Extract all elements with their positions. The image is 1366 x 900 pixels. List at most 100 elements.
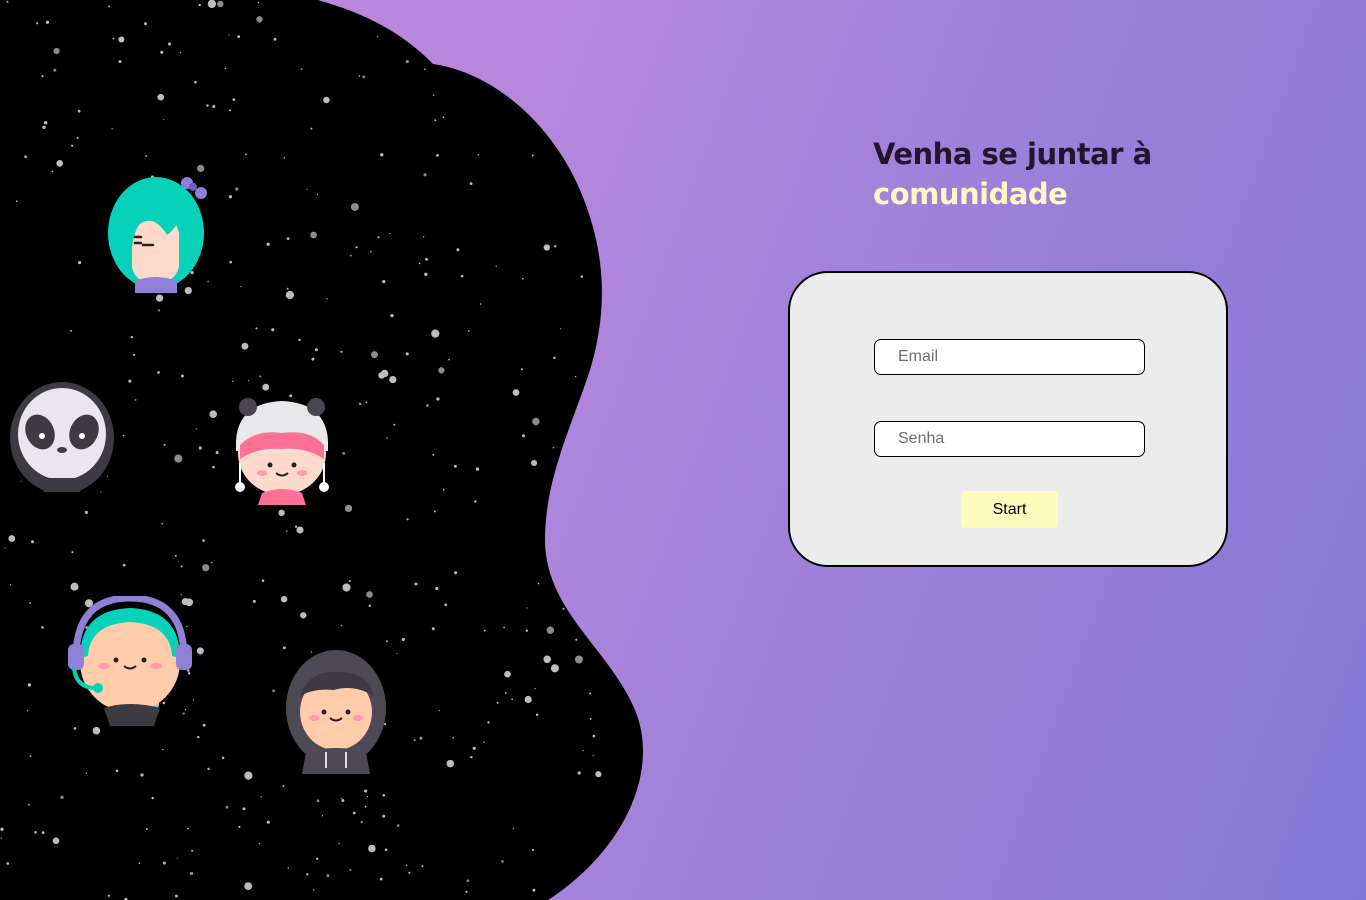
star [525,629,528,632]
password-field[interactable] [874,421,1145,457]
star [349,868,352,871]
star [431,329,440,338]
star [197,164,205,173]
star [29,602,31,604]
star [378,372,385,379]
star [45,20,50,24]
star [474,500,477,503]
star [151,796,154,800]
star [206,104,209,107]
star [413,739,416,742]
star [138,862,141,865]
star [130,335,134,339]
star [520,368,523,371]
star [452,737,455,739]
star [161,522,164,525]
star [524,695,532,704]
star [543,655,551,664]
star [312,889,315,891]
star [456,248,460,252]
star [107,894,111,897]
star [271,328,275,332]
star [163,118,165,121]
star [595,771,602,778]
star [202,564,210,572]
star [376,35,379,38]
star [92,726,101,735]
star [546,626,555,634]
star [155,294,164,302]
star [550,664,559,673]
star [382,279,386,284]
star [580,275,584,278]
star [174,554,177,557]
start-button[interactable]: Start [961,491,1058,528]
star [194,80,197,84]
star [282,785,285,788]
star [316,799,320,803]
star [108,5,111,8]
star [240,285,242,288]
star [512,827,515,830]
star [342,583,351,592]
star [418,262,421,265]
star [422,236,425,238]
star [379,877,383,881]
star [189,871,194,876]
star [286,237,290,240]
star [272,689,275,693]
star [559,328,562,330]
star [6,862,10,865]
star [531,459,538,467]
star [384,848,388,852]
star [207,0,217,9]
star [163,443,166,446]
star [421,865,424,868]
space-background [0,0,700,900]
star [396,652,398,655]
star [71,551,74,554]
star [358,402,362,406]
star [202,539,205,542]
star [512,389,520,396]
star [228,195,233,199]
star [380,153,384,157]
star [258,842,261,845]
star [406,518,409,521]
star [358,75,361,77]
star [84,510,88,514]
star [162,861,166,865]
email-field[interactable] [874,339,1145,375]
star [504,670,511,678]
star [496,701,499,704]
star [15,200,18,203]
star [296,526,304,534]
star [501,860,504,863]
star [340,350,343,353]
star [34,831,37,834]
star [532,888,536,892]
star [310,231,317,239]
star [260,796,262,798]
star [454,571,458,575]
star [261,579,265,582]
star [262,383,270,391]
star [306,188,308,190]
star [283,157,286,159]
panda-avatar [8,378,116,492]
star [237,35,241,39]
star [534,687,536,690]
star [382,794,386,797]
star [348,579,351,583]
star [588,692,592,695]
star [207,767,210,771]
star [266,242,270,246]
star [36,22,39,25]
star [323,96,330,104]
star [582,749,584,752]
star [366,591,373,598]
star [316,193,319,196]
star [168,42,172,46]
star [368,844,376,853]
star [255,327,258,330]
